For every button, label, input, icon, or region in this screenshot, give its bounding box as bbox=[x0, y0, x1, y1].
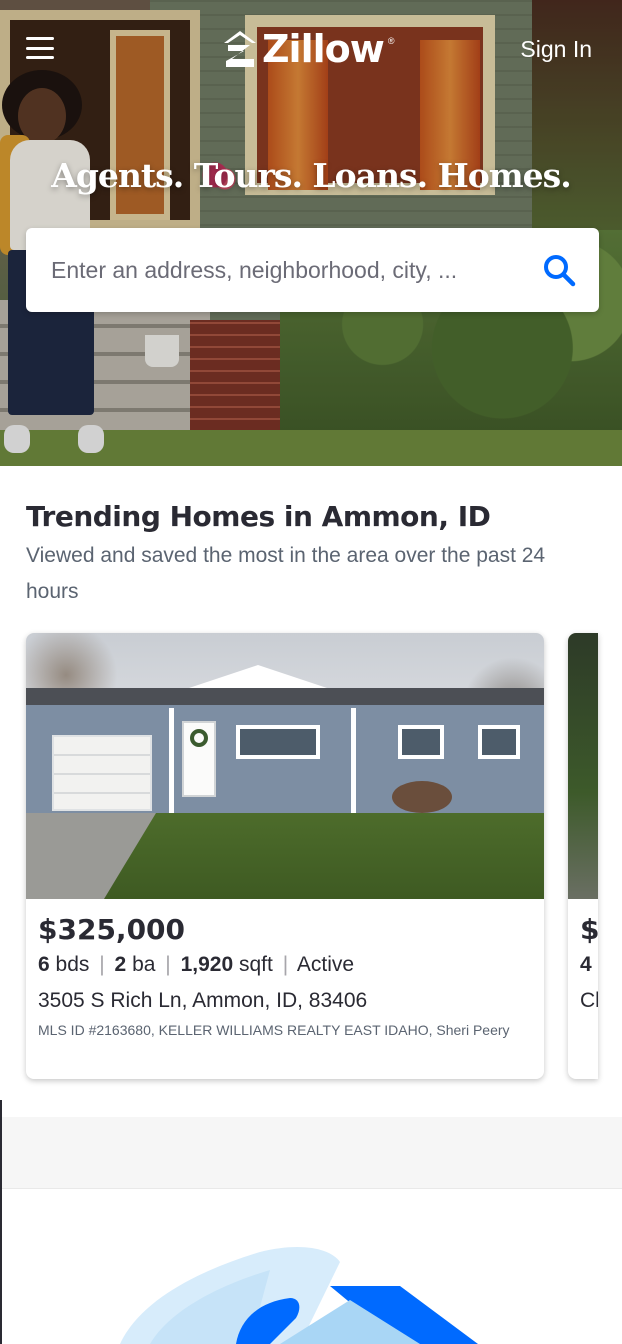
listing-card[interactable]: $325,000 6 bds | 2 ba | 1,920 sqft | Act… bbox=[26, 633, 544, 1079]
section-divider bbox=[0, 1117, 622, 1189]
listing-status: Active bbox=[296, 953, 355, 976]
listing-photo[interactable] bbox=[26, 633, 544, 899]
beds-count: 4 bbox=[580, 953, 592, 976]
beds-label: bds bbox=[55, 953, 90, 976]
search-input[interactable] bbox=[26, 228, 519, 312]
listing-card-next[interactable]: $4 4 Cl bbox=[568, 633, 598, 1079]
sqft-label: sqft bbox=[239, 953, 273, 976]
search-bar bbox=[26, 228, 599, 312]
listing-price: $4 bbox=[580, 913, 598, 946]
house-illustration bbox=[0, 1190, 622, 1344]
listing-price: $325,000 bbox=[38, 913, 186, 946]
search-icon bbox=[544, 255, 576, 287]
listing-address: 3505 S Rich Ln, Ammon, ID, 83406 bbox=[38, 989, 368, 1012]
house-illustration-icon bbox=[120, 1247, 478, 1344]
baths-label: ba bbox=[132, 953, 156, 976]
baths-count: 2 bbox=[114, 953, 127, 976]
zillow-logo-icon bbox=[224, 31, 256, 67]
hamburger-menu-icon[interactable] bbox=[26, 37, 54, 59]
trending-title: Trending Homes in Ammon, ID bbox=[26, 500, 491, 533]
listing-facts: 6 bds | 2 ba | 1,920 sqft | Active bbox=[38, 953, 355, 976]
registered-mark: ® bbox=[387, 36, 395, 46]
beds-count: 6 bbox=[38, 953, 50, 976]
zillow-logo[interactable]: Zillow ® bbox=[222, 28, 394, 70]
listing-mls: MLS ID #2163680, KELLER WILLIAMS REALTY … bbox=[38, 1022, 510, 1038]
hero-title: Agents. Tours. Loans. Homes. bbox=[51, 156, 572, 195]
sign-in-link[interactable]: Sign In bbox=[520, 36, 592, 63]
sqft-count: 1,920 bbox=[180, 953, 234, 976]
listing-photo[interactable] bbox=[568, 633, 598, 899]
logo-wordmark: Zillow bbox=[262, 27, 385, 71]
listing-address: Cl bbox=[580, 989, 598, 1012]
search-button[interactable] bbox=[519, 228, 599, 312]
trending-subtitle: Viewed and saved the most in the area ov… bbox=[26, 544, 546, 603]
